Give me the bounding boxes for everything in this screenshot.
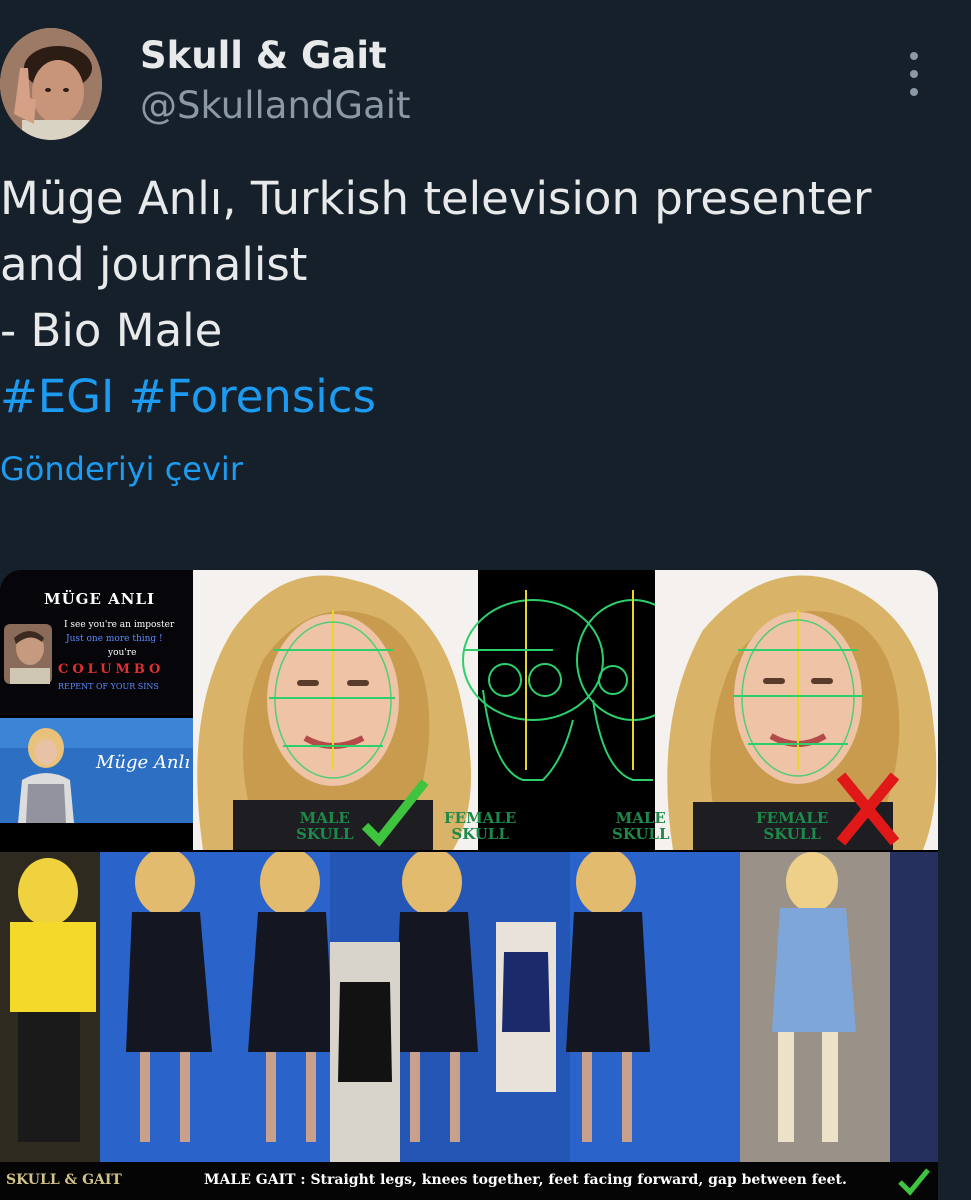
quote-line: you're: [108, 648, 137, 658]
tweet-text: Müge Anlı, Turkish television presenter …: [0, 166, 960, 364]
gait-caption: MALE GAIT : Straight legs, knees togethe…: [204, 1172, 847, 1188]
skull-label: FEMALE SKULL: [444, 809, 517, 843]
display-name[interactable]: Skull & Gait: [140, 34, 387, 77]
skull-label: FEMALE SKULL: [756, 809, 829, 843]
avatar[interactable]: [0, 28, 102, 140]
caption-strip: SKULL & GAIT MALE GAIT : Straight legs, …: [0, 1162, 938, 1200]
skull-comparison: [193, 570, 938, 850]
repent-text: REPENT OF YOUR SINS: [58, 682, 159, 691]
gait-photo-strip: [0, 852, 938, 1162]
media-title: MÜGE ANLI: [44, 590, 156, 608]
skull-label: MALE SKULL: [612, 809, 670, 843]
tweet-text-line: and journalist: [0, 238, 308, 291]
tweet-media[interactable]: MÜGE ANLI I see you're an imposter Just …: [0, 570, 938, 1200]
user-handle[interactable]: @SkullandGait: [140, 84, 411, 127]
quote-line: Just one more thing !: [66, 634, 163, 644]
tweet-text-line: Müge Anlı, Turkish television presenter: [0, 172, 872, 225]
brand-caption: SKULL & GAIT: [6, 1172, 122, 1188]
columbo-text: COLUMBO: [58, 662, 165, 677]
hashtags: #EGI #Forensics: [0, 364, 376, 430]
check-icon: [898, 1168, 930, 1196]
media-title-panel: MÜGE ANLI I see you're an imposter Just …: [0, 570, 193, 715]
portrait-panel: Müge Anlı: [0, 718, 193, 823]
quote-line: I see you're an imposter: [64, 620, 175, 630]
tweet-text-line: - Bio Male: [0, 304, 223, 357]
skull-label: MALE SKULL: [296, 809, 354, 843]
translate-link[interactable]: Gönderiyi çevir: [0, 450, 243, 488]
tweet-header: Skull & Gait @SkullandGait: [0, 0, 971, 160]
columbo-photo: [4, 624, 52, 684]
more-vertical-icon[interactable]: [896, 52, 932, 96]
hashtag-forensics[interactable]: #Forensics: [129, 370, 376, 423]
signature-text: Müge Anlı: [96, 752, 191, 773]
hashtag-egi[interactable]: #EGI: [0, 370, 114, 423]
